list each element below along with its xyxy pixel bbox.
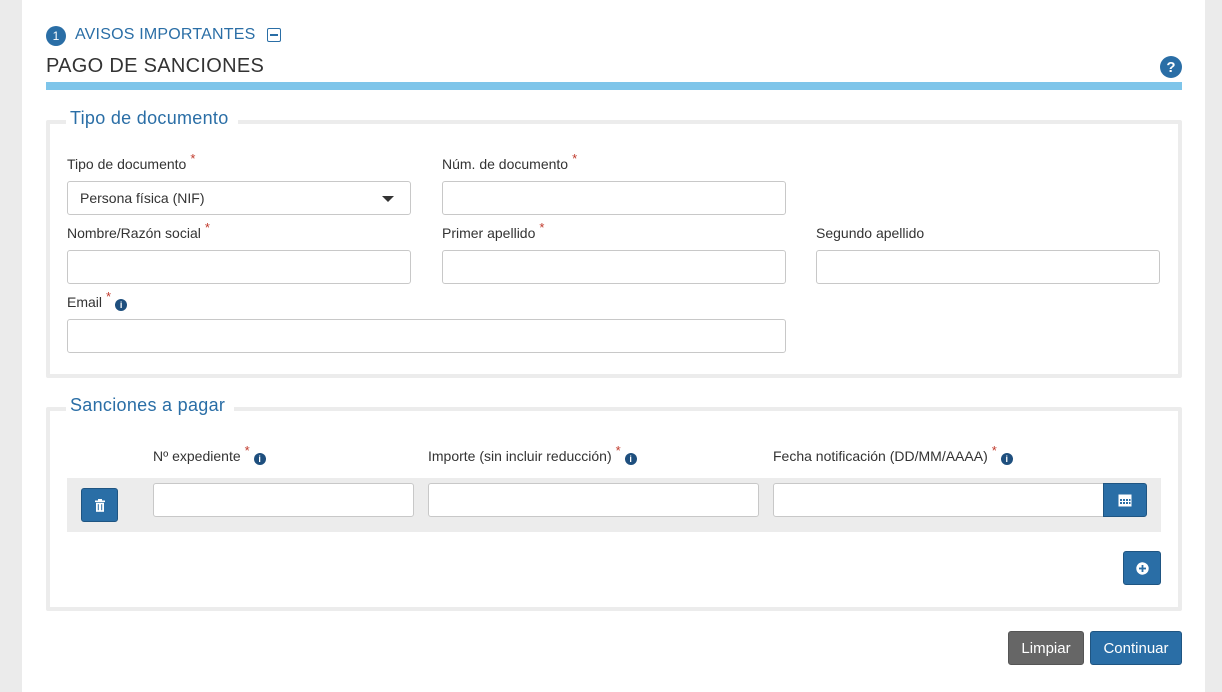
title-underline-bar bbox=[46, 82, 1182, 90]
second-surname-label: Segundo apellido bbox=[816, 225, 925, 241]
notice-label[interactable]: AVISOS IMPORTANTES bbox=[75, 26, 256, 44]
required-marker: * bbox=[572, 151, 578, 167]
name-field[interactable] bbox=[67, 250, 411, 284]
name-label: Nombre/Razón social * bbox=[67, 220, 210, 241]
document-section-legend: Tipo de documento bbox=[66, 108, 238, 129]
email-input[interactable] bbox=[68, 320, 785, 352]
trash-icon bbox=[94, 498, 105, 512]
plus-circle-icon bbox=[1135, 561, 1149, 575]
required-marker: * bbox=[106, 289, 112, 305]
doc-type-label: Tipo de documento * bbox=[67, 151, 196, 172]
importe-column-header: Importe (sin incluir reducción) *i bbox=[428, 444, 637, 465]
notice-count-badge: 1 bbox=[46, 26, 66, 46]
first-surname-input[interactable] bbox=[443, 251, 785, 283]
doc-number-field[interactable] bbox=[442, 181, 786, 215]
email-field[interactable] bbox=[67, 319, 786, 353]
doc-type-select[interactable]: Persona física (NIF) bbox=[67, 181, 411, 215]
page-title: PAGO DE SANCIONES bbox=[46, 55, 265, 77]
first-surname-field[interactable] bbox=[442, 250, 786, 284]
caret-down-icon bbox=[382, 196, 394, 202]
required-marker: * bbox=[244, 443, 250, 459]
doc-number-input[interactable] bbox=[443, 182, 785, 214]
doc-type-selected-value: Persona física (NIF) bbox=[80, 190, 205, 206]
name-input[interactable] bbox=[68, 251, 410, 283]
sanctions-section-legend: Sanciones a pagar bbox=[66, 395, 235, 416]
required-marker: * bbox=[190, 151, 196, 167]
delete-row-button[interactable] bbox=[81, 488, 118, 522]
page-container: 1 AVISOS IMPORTANTES PAGO DE SANCIONES ?… bbox=[22, 0, 1205, 692]
question-circle-icon[interactable]: ? bbox=[1160, 56, 1182, 78]
calendar-button[interactable] bbox=[1103, 483, 1147, 517]
fecha-field[interactable] bbox=[773, 483, 1105, 517]
required-marker: * bbox=[539, 220, 545, 236]
expediente-input[interactable] bbox=[154, 484, 413, 516]
expediente-column-header: Nº expediente *i bbox=[153, 444, 266, 465]
important-notices-header[interactable]: 1 AVISOS IMPORTANTES bbox=[46, 24, 281, 46]
info-icon[interactable]: i bbox=[624, 453, 637, 465]
required-marker: * bbox=[615, 443, 621, 459]
second-surname-field[interactable] bbox=[816, 250, 1160, 284]
clear-button[interactable]: Limpiar bbox=[1008, 631, 1084, 665]
info-icon[interactable]: i bbox=[253, 453, 266, 465]
add-row-button[interactable] bbox=[1123, 551, 1161, 585]
fecha-input[interactable] bbox=[774, 484, 1104, 516]
first-surname-label: Primer apellido * bbox=[442, 220, 545, 241]
continue-button[interactable]: Continuar bbox=[1090, 631, 1182, 665]
calendar-icon bbox=[1118, 494, 1132, 507]
info-icon[interactable]: i bbox=[1000, 453, 1013, 465]
info-icon[interactable]: i bbox=[115, 299, 128, 311]
email-label: Email *i bbox=[67, 290, 128, 311]
minus-square-icon[interactable] bbox=[266, 28, 281, 42]
required-marker: * bbox=[204, 220, 210, 236]
second-surname-input[interactable] bbox=[817, 251, 1159, 283]
importe-field[interactable] bbox=[428, 483, 759, 517]
importe-input[interactable] bbox=[429, 484, 758, 516]
fecha-column-header: Fecha notificación (DD/MM/AAAA) *i bbox=[773, 444, 1013, 465]
expediente-field[interactable] bbox=[153, 483, 414, 517]
required-marker: * bbox=[991, 443, 997, 459]
doc-number-label: Núm. de documento * bbox=[442, 151, 578, 172]
